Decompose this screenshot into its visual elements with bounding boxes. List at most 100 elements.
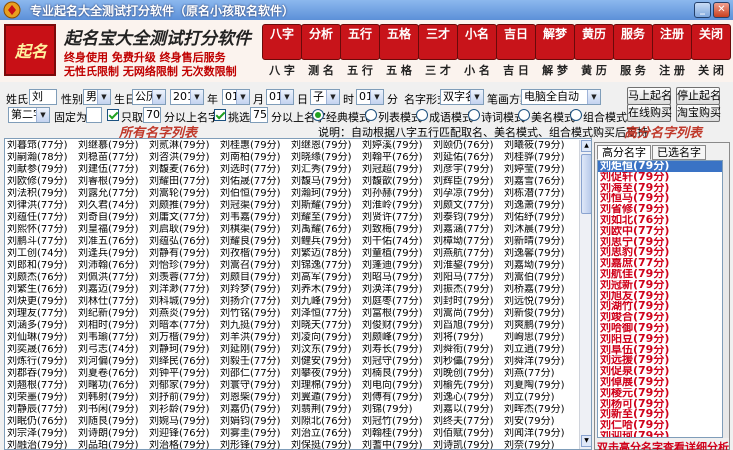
name-item[interactable]: 刘嵩召(79分) xyxy=(220,260,295,272)
name-item[interactable]: 刘理棉(79分) xyxy=(291,380,366,392)
name-item[interactable]: 刘爽鹏(79分) xyxy=(504,320,579,332)
nav-close[interactable]: 关闭关 闭 xyxy=(691,24,731,80)
pick-score-input[interactable]: 75 xyxy=(250,107,268,123)
name-item[interactable]: 刘迎锋(76分) xyxy=(149,428,224,440)
name-item[interactable]: 刘涣洋(79分) xyxy=(362,284,437,296)
name-item[interactable]: 刘继恩(79分) xyxy=(291,140,366,152)
name-item[interactable]: 刘将(79分) xyxy=(433,332,508,344)
scrollbar[interactable]: ▲ ▼ xyxy=(579,140,591,449)
name-item[interactable]: 刘扬介(77分) xyxy=(220,296,295,308)
name-item[interactable]: 刘桂惠(79分) xyxy=(220,140,295,152)
name-item[interactable]: 刘雾圭(79分) xyxy=(220,428,295,440)
name-item[interactable]: 刘久君(74分) xyxy=(78,200,153,212)
name-item[interactable]: 刘佑晟(77分) xyxy=(220,176,295,188)
start-naming-button[interactable]: 马上起名 xyxy=(627,87,672,105)
name-item[interactable]: 刘品珀(79分) xyxy=(78,440,153,449)
nav-sancai[interactable]: 三才三 才 xyxy=(418,24,458,80)
name-item[interactable]: 刘楠艮(79分) xyxy=(362,368,437,380)
name-item[interactable]: 刘冠渠(79分) xyxy=(220,200,295,212)
name-item[interactable]: 刘颇峰(79分) xyxy=(362,332,437,344)
nav-nickname[interactable]: 小名小 名 xyxy=(457,24,497,80)
mode-fine-name-radio[interactable] xyxy=(518,109,530,121)
name-item[interactable]: 刘郎和(79分) xyxy=(7,260,82,272)
high-score-item[interactable]: 刘嘉庶(77分) xyxy=(598,258,722,269)
name-item[interactable]: 刘繁迈(78分) xyxy=(291,248,366,260)
name-item[interactable]: 刘佰赋(79分) xyxy=(433,428,508,440)
name-item[interactable]: 刘诗凯(79分) xyxy=(433,440,508,449)
name-item[interactable]: 刘绎民(76分) xyxy=(149,356,224,368)
name-item[interactable]: 刘樟坳(77分) xyxy=(433,236,508,248)
nav-wuge[interactable]: 五格五 格 xyxy=(379,24,419,80)
name-item[interactable]: 刘馥麦(76分) xyxy=(149,164,224,176)
name-item[interactable]: 刘锦(79分) xyxy=(362,404,437,416)
name-item[interactable]: 刘泰钧(79分) xyxy=(433,212,508,224)
mode-poem-radio[interactable] xyxy=(468,109,480,121)
stop-naming-button[interactable]: 停止起名 xyxy=(676,87,721,105)
nav-register[interactable]: 注册注 册 xyxy=(652,24,692,80)
name-item[interactable]: 刘沛翰(76分) xyxy=(78,260,153,272)
name-item[interactable]: 刘燕(77分) xyxy=(504,368,579,380)
high-score-item[interactable]: 刘新至(79分) xyxy=(598,409,722,420)
name-item[interactable]: 刘暮筇(77分) xyxy=(7,140,82,152)
name-item[interactable]: 刘秒儡(79分) xyxy=(433,356,508,368)
name-item[interactable]: 刘奇自(79分) xyxy=(78,212,153,224)
name-item[interactable]: 刘峋思(79分) xyxy=(504,332,579,344)
name-item[interactable]: 刘养木(79分) xyxy=(291,284,366,296)
name-item[interactable]: 刘冠守(79分) xyxy=(362,356,437,368)
name-item[interactable]: 刘随艮(79分) xyxy=(78,416,153,428)
name-item[interactable]: 刘钟平(79分) xyxy=(149,368,224,380)
name-item[interactable]: 刘锦逸(77分) xyxy=(291,260,366,272)
name-item[interactable]: 刘繁生(76分) xyxy=(7,284,82,296)
name-item[interactable]: 刘庭枣(77分) xyxy=(362,296,437,308)
name-item[interactable]: 刘馥马(79分) xyxy=(291,176,366,188)
high-score-item[interactable]: 刘航佳(79分) xyxy=(598,269,722,280)
name-item[interactable]: 刘曙功(76分) xyxy=(78,380,153,392)
name-item[interactable]: 刘禹耀(76分) xyxy=(291,224,366,236)
name-item[interactable]: 刘攀夜(79分) xyxy=(291,368,366,380)
name-item[interactable]: 刘颐仍(76分) xyxy=(433,140,508,152)
name-item[interactable]: 刘舜衔(79分) xyxy=(433,344,508,356)
name-item[interactable]: 刘衫龄(79分) xyxy=(149,404,224,416)
scrollbar[interactable] xyxy=(723,160,729,438)
name-item[interactable]: 刘嵩尚(79分) xyxy=(433,308,508,320)
name-item[interactable]: 刘相时(79分) xyxy=(78,320,153,332)
name-item[interactable]: 刘翘根(77分) xyxy=(7,380,82,392)
name-item[interactable]: 刘理友(77分) xyxy=(7,308,82,320)
name-item[interactable]: 刘羊洪(79分) xyxy=(220,332,295,344)
name-item[interactable]: 刘治立(76分) xyxy=(291,428,366,440)
mode-idiom-radio[interactable] xyxy=(416,109,428,121)
name-item[interactable]: 刘翰桂(79分) xyxy=(362,428,437,440)
name-item[interactable]: 刘伯恒(79分) xyxy=(220,188,295,200)
name-item[interactable]: 刘颇目(79分) xyxy=(220,272,295,284)
name-item[interactable]: 刘振杰(79分) xyxy=(433,284,508,296)
name-item[interactable]: 刘辉臣(79分) xyxy=(433,176,508,188)
high-score-item[interactable]: 刘炬恒(79分) xyxy=(598,161,722,172)
name-item[interactable]: 刘律洪(77分) xyxy=(7,200,82,212)
name-item[interactable]: 刘蕴弘(76分) xyxy=(149,236,224,248)
name-item[interactable]: 刘熙怀(77分) xyxy=(7,224,82,236)
name-item[interactable]: 刘孙赫(79分) xyxy=(362,188,437,200)
name-item[interactable]: 刘封时(79分) xyxy=(433,296,508,308)
name-item[interactable]: 刘彦宇(79分) xyxy=(433,164,508,176)
name-item[interactable]: 刘九峰(79分) xyxy=(291,296,366,308)
nav-dream[interactable]: 解梦解 梦 xyxy=(535,24,575,80)
name-item[interactable]: 刘斯耀(79分) xyxy=(291,200,366,212)
name-item[interactable]: 刘诗朗(79分) xyxy=(78,428,153,440)
hour-select[interactable]: 子 0 ▼ xyxy=(310,89,340,105)
name-item[interactable]: 刘逸萧(79分) xyxy=(504,200,579,212)
name-item[interactable]: 刘贰淋(79分) xyxy=(149,140,224,152)
name-item[interactable]: 刘翡荆(79分) xyxy=(291,404,366,416)
close-button[interactable]: ✕ xyxy=(713,2,730,18)
name-item[interactable]: 刘逢兵(79分) xyxy=(78,248,153,260)
name-item[interactable]: 刘嘉迈(79分) xyxy=(78,284,153,296)
name-item[interactable]: 刘娟钧(79分) xyxy=(220,416,295,428)
high-score-item[interactable]: 刘哈御(79分) xyxy=(598,323,722,334)
high-score-item[interactable]: 刘竣合(79分) xyxy=(598,312,722,323)
name-item[interactable]: 刘稳苗(77分) xyxy=(78,152,153,164)
name-item[interactable]: 刘韩射(79分) xyxy=(78,392,153,404)
name-item[interactable]: 刘远悦(79分) xyxy=(504,296,579,308)
name-item[interactable]: 刘夏陶(79分) xyxy=(504,380,579,392)
name-item[interactable]: 刘新晴(79分) xyxy=(504,236,579,248)
name-item[interactable]: 刘寰守(79分) xyxy=(220,380,295,392)
name-item[interactable]: 刘形锋(79分) xyxy=(220,440,295,449)
